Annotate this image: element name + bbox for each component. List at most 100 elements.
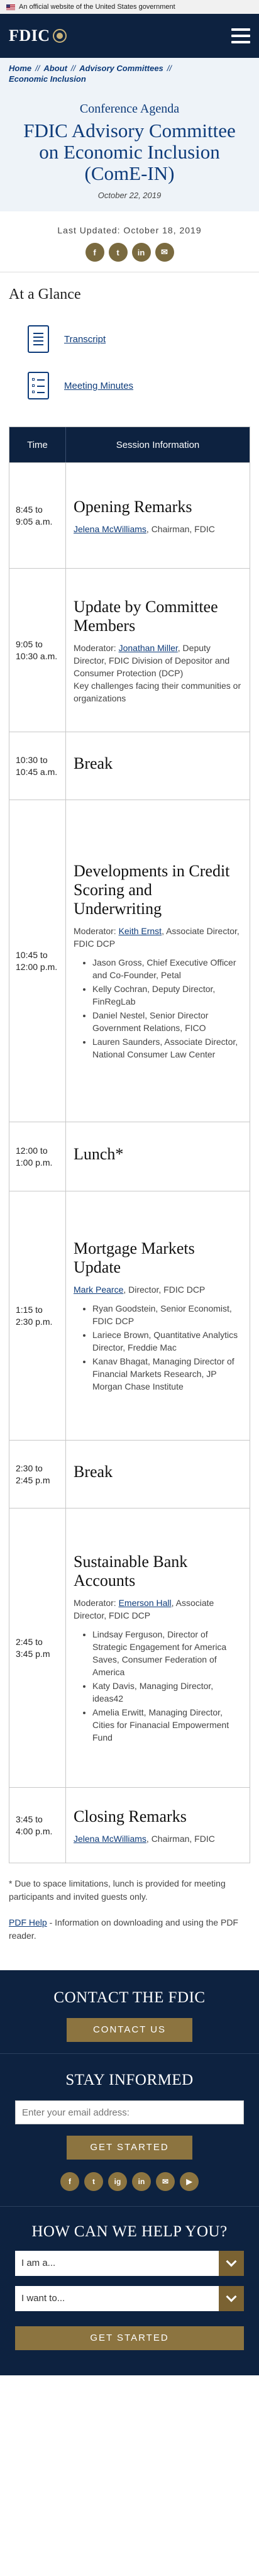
glance-item-transcript: Transcript [9,316,250,362]
help-section: HOW CAN WE HELP YOU? I am a... I want to… [0,2207,259,2375]
session-info: Closing Remarks Jelena McWilliams, Chairm… [66,1788,250,1863]
seal-icon [52,29,67,43]
footer: CONTACT THE FDIC CONTACT US STAY INFORME… [0,1970,259,2375]
session-info: Lunch* [66,1122,250,1191]
session-speaker: Moderator: Emerson Hall, Associate Direc… [74,1597,242,1622]
email-icon[interactable]: ✉ [155,243,174,262]
session-info: Break [66,1441,250,1508]
panelist: Lariece Brown, Quantitative Analytics Di… [92,1329,242,1354]
document-icon [28,325,49,353]
meeting-minutes-link[interactable]: Meeting Minutes [64,381,133,391]
panelist-list: Jason Gross, Chief Executive Officer and… [74,956,242,1062]
panelist-list: Ryan Goodstein, Senior Economist, FDIC D… [74,1302,242,1394]
speaker-role: , Director, FDIC DCP [123,1284,206,1295]
panelist: Jason Gross, Chief Executive Officer and… [92,956,242,981]
facebook-icon[interactable]: f [85,243,104,262]
session-info: Developments in Credit Scoring and Under… [66,800,250,1122]
panelist: Amelia Erwitt, Managing Director, Cities… [92,1706,242,1744]
breadcrumb-about[interactable]: About [43,64,67,73]
instagram-icon[interactable]: ig [108,2172,127,2191]
session-speaker: Moderator: Jonathan Miller, Deputy Direc… [74,642,242,679]
menu-icon[interactable] [231,28,250,43]
agenda-table: Time Session Information 8:45 to 9:05 a.… [9,427,250,1863]
agenda-row: 3:45 to 4:00 p.m. Closing Remarks Jelena M… [9,1787,250,1863]
session-time: 8:45 to 9:05 a.m. [9,463,66,568]
breadcrumb-home[interactable]: Home [9,64,31,73]
linkedin-icon[interactable]: in [132,2172,151,2191]
session-time: 12:00 to 1:00 p.m. [9,1122,66,1191]
panelist-list: Lindsay Ferguson, Director of Strategic … [74,1628,242,1745]
footer-social: f t ig in ✉ ▶ [15,2172,244,2191]
session-time: 3:45 to 4:00 p.m. [9,1788,66,1863]
contact-heading: CONTACT THE FDIC [53,1989,206,2006]
session-speaker: Jelena McWilliams, Chairman, FDIC [74,523,242,535]
contact-us-button[interactable]: CONTACT US [67,2018,192,2042]
speaker-link[interactable]: Keith Ernst [119,926,162,936]
agenda-row: 2:30 to 2:45 p.m Break [9,1440,250,1508]
help-get-started-button[interactable]: GET STARTED [15,2326,244,2350]
session-speaker: Jelena McWilliams, Chairman, FDIC [74,1832,242,1845]
agenda-header: Time Session Information [9,427,250,462]
list-icon [28,372,49,399]
session-info: Mortgage Markets Update Mark Pearce, Dire… [66,1191,250,1440]
speaker-link[interactable]: Jelena McWilliams [74,524,146,534]
agenda-row: 10:30 to 10:45 a.m. Break [9,732,250,800]
session-title: Mortgage Markets Update [74,1239,195,1276]
panelist: Lindsay Ferguson, Director of Strategic … [92,1628,242,1678]
stay-heading: STAY INFORMED [65,2071,194,2088]
help-heading: HOW CAN WE HELP YOU? [31,2223,228,2240]
youtube-icon[interactable]: ▶ [180,2172,199,2191]
session-note: Key challenges facing their communities … [74,680,241,703]
session-title: Update by Committee Members [74,597,218,635]
email-icon[interactable]: ✉ [156,2172,175,2191]
panelist: Kelly Cochran, Deputy Director, FinRegLa… [92,983,242,1008]
session-title: Closing Remarks [74,1807,187,1826]
hero-date: October 22, 2019 [97,191,162,200]
session-title: Break [74,1462,113,1481]
session-speaker: Mark Pearce, Director, FDIC DCP [74,1283,242,1296]
linkedin-icon[interactable]: in [131,243,151,262]
col-session: Session Information [116,439,200,450]
facebook-icon[interactable]: f [60,2172,79,2191]
session-time: 9:05 to 10:30 a.m. [9,569,66,732]
twitter-icon[interactable]: t [84,2172,103,2191]
notes: * Due to space limitations, lunch is pro… [0,1863,259,1970]
at-a-glance: At a Glance Transcript Meeting Minutes [0,272,259,409]
agenda-row: 9:05 to 10:30 a.m. Update by Committee Me… [9,568,250,732]
agenda-row: 12:00 to 1:00 p.m. Lunch* [9,1122,250,1191]
speaker-prefix: Moderator: [74,642,119,653]
top-nav: FDIC [0,14,259,58]
email-field[interactable] [15,2100,244,2124]
session-title: Lunch* [74,1144,124,1163]
twitter-icon[interactable]: t [108,243,128,262]
contact-section: CONTACT THE FDIC CONTACT US [0,1970,259,2054]
pdf-help-link[interactable]: PDF Help [9,1917,47,1927]
speaker-link[interactable]: Emerson Hall [119,1598,172,1608]
share-bar: f t in ✉ [0,243,259,262]
session-title: Opening Remarks [74,497,192,516]
session-time: 1:15 to 2:30 p.m. [9,1191,66,1440]
breadcrumb-economic-inclusion[interactable]: Economic Inclusion [9,74,86,84]
lunch-note: * Due to space limitations, lunch is pro… [9,1878,226,1902]
session-title: Sustainable Bank Accounts [74,1552,188,1590]
speaker-link[interactable]: Jelena McWilliams [74,1834,146,1844]
transcript-link[interactable]: Transcript [64,334,106,345]
i-am-select[interactable]: I am a... [15,2251,244,2276]
pdf-note: PDF Help - Information on downloading an… [9,1916,250,1943]
speaker-link[interactable]: Mark Pearce [74,1285,123,1295]
agenda-row: 1:15 to 2:30 p.m. Mortgage Markets Update… [9,1191,250,1440]
us-flag-icon [6,4,15,10]
subscribe-button[interactable]: GET STARTED [67,2136,192,2160]
panelist: Lauren Saunders, Associate Director, Nat… [92,1035,242,1061]
fdic-logo[interactable]: FDIC [9,26,67,45]
glance-item-minutes: Meeting Minutes [9,362,250,409]
speaker-link[interactable]: Jonathan Miller [119,643,178,653]
session-info: Break [66,732,250,800]
breadcrumb-advisory-committees[interactable]: Advisory Committees [79,64,163,73]
session-title: Developments in Credit Scoring and Under… [74,861,230,918]
i-want-select[interactable]: I want to... [15,2286,244,2311]
last-updated-section: Last Updated: October 18, 2019 f t in ✉ [0,211,259,272]
last-updated-text: Last Updated: October 18, 2019 [57,225,202,235]
panelist: Ryan Goodstein, Senior Economist, FDIC D… [92,1302,242,1327]
session-time: 2:30 to 2:45 p.m [9,1441,66,1508]
